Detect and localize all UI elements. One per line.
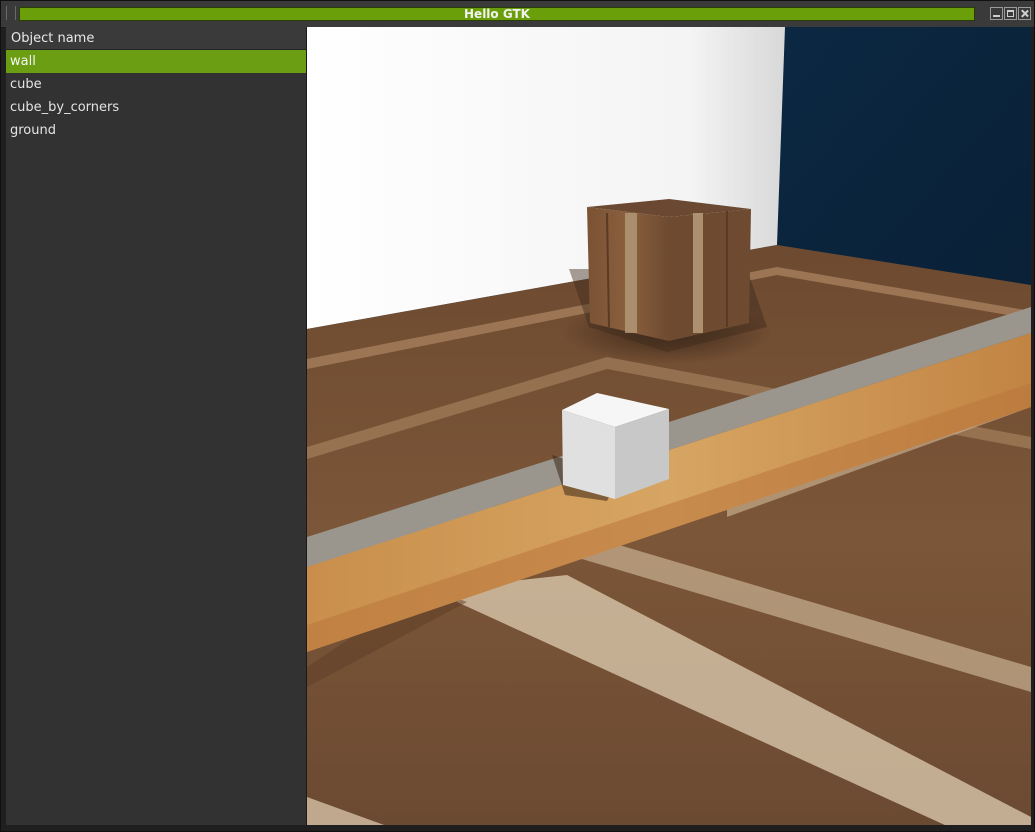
cube-object[interactable] [562, 393, 669, 499]
minimize-icon[interactable] [990, 7, 1003, 20]
3d-scene [307, 27, 1031, 826]
close-icon[interactable] [1018, 7, 1031, 20]
window-bottom-border [1, 825, 1034, 831]
list-item-ground[interactable]: ground [6, 119, 306, 142]
window-menu-handle-icon[interactable] [6, 6, 16, 20]
list-item-cube-by-corners[interactable]: cube_by_corners [6, 96, 306, 119]
list-item-cube[interactable]: cube [6, 73, 306, 96]
cube-by-corners-object[interactable] [587, 199, 751, 341]
window-controls [990, 7, 1031, 20]
title-strip[interactable]: Hello GTK [19, 7, 975, 21]
list-item-wall[interactable]: wall [6, 50, 306, 73]
maximize-icon[interactable] [1004, 7, 1017, 20]
column-header-object-name[interactable]: Object name [6, 27, 306, 50]
title-bar[interactable]: Hello GTK [1, 1, 1034, 28]
window-title: Hello GTK [464, 7, 530, 21]
3d-viewport[interactable] [307, 27, 1031, 826]
object-list-panel: Object name wall cube cube_by_corners gr… [6, 27, 307, 826]
app-window: Hello GTK Object name wall cube cube_by_… [0, 0, 1035, 832]
